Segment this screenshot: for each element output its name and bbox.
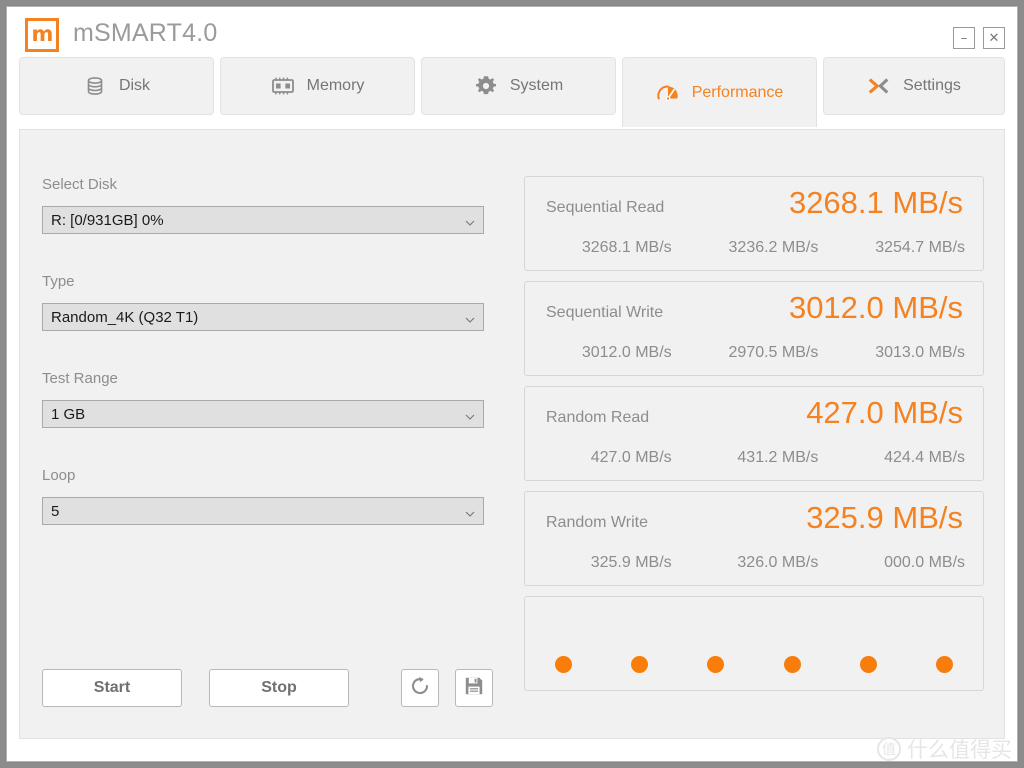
test-settings-form: Select Disk R: [0/931GB] 0% Type Random_… xyxy=(42,176,484,564)
gear-icon xyxy=(474,74,498,98)
tab-system-label: System xyxy=(509,77,564,94)
tab-memory[interactable]: Memory xyxy=(220,57,415,115)
field-select-disk: Select Disk R: [0/931GB] 0% xyxy=(42,176,484,234)
result-card-sequential-write: Sequential Write 3012.0 MB/s 3012.0 MB/s… xyxy=(524,281,984,376)
result-label: Sequential Read xyxy=(546,199,665,216)
select-disk-value: R: [0/931GB] 0% xyxy=(51,211,164,229)
result-card-random-read: Random Read 427.0 MB/s 427.0 MB/s 431.2 … xyxy=(524,386,984,481)
tab-performance-label: Performance xyxy=(691,83,784,101)
app-title: mSMART4.0 xyxy=(73,19,218,47)
result-run-value: 427.0 MB/s xyxy=(590,449,672,466)
test-range-label: Test Range xyxy=(42,370,118,387)
tab-disk[interactable]: Disk xyxy=(19,57,214,115)
app-logo-glyph: m xyxy=(31,21,54,46)
save-button[interactable] xyxy=(455,669,493,707)
test-range-value: 1 GB xyxy=(51,405,86,423)
minimize-button[interactable]: – xyxy=(953,27,975,49)
field-type: Type Random_4K (Q32 T1) xyxy=(42,273,484,331)
result-main-value: 427.0 MB/s xyxy=(806,395,963,430)
tab-memory-label: Memory xyxy=(306,77,365,94)
title-bar: m mSMART4.0 – ✕ xyxy=(7,7,1017,57)
select-disk-dropdown[interactable]: R: [0/931GB] 0% xyxy=(42,206,484,234)
chevron-down-icon xyxy=(465,506,475,517)
result-label: Random Write xyxy=(546,514,648,531)
speedometer-icon xyxy=(656,81,680,105)
result-run-value: 3254.7 MB/s xyxy=(875,239,966,256)
progress-dot xyxy=(859,656,877,673)
test-range-dropdown[interactable]: 1 GB xyxy=(42,400,484,428)
result-run-values: 3012.0 MB/s 2970.5 MB/s 3013.0 MB/s xyxy=(525,344,965,362)
app-logo-icon: m xyxy=(25,18,59,52)
refresh-icon xyxy=(409,675,431,702)
result-run-value: 000.0 MB/s xyxy=(884,554,966,571)
result-run-values: 427.0 MB/s 431.2 MB/s 424.4 MB/s xyxy=(525,449,965,467)
watermark: 值 什么值得买 xyxy=(877,734,1012,764)
start-button[interactable]: Start xyxy=(42,669,182,707)
result-main-value: 3268.1 MB/s xyxy=(788,185,963,220)
tab-bar: Disk Memory System Performance Settings xyxy=(7,57,1017,127)
result-run-value: 2970.5 MB/s xyxy=(728,344,819,361)
result-label: Sequential Write xyxy=(546,304,664,321)
chevrons-icon xyxy=(867,74,891,98)
result-main-value: 325.9 MB/s xyxy=(806,500,963,535)
type-label: Type xyxy=(42,273,75,290)
result-run-value: 3268.1 MB/s xyxy=(581,239,672,256)
select-disk-label: Select Disk xyxy=(42,176,118,193)
progress-dot xyxy=(631,656,649,673)
performance-panel: Select Disk R: [0/931GB] 0% Type Random_… xyxy=(19,129,1005,739)
close-icon: ✕ xyxy=(988,30,1000,46)
tab-system[interactable]: System xyxy=(421,57,616,115)
loop-label: Loop xyxy=(42,467,76,484)
loop-dropdown[interactable]: 5 xyxy=(42,497,484,525)
tab-disk-label: Disk xyxy=(118,77,151,94)
chevron-down-icon xyxy=(465,215,475,226)
result-run-value: 431.2 MB/s xyxy=(737,449,819,466)
action-button-row: Start Stop xyxy=(42,669,493,707)
watermark-badge-icon: 值 xyxy=(877,737,901,761)
progress-dot xyxy=(783,656,801,673)
result-label: Random Read xyxy=(546,409,650,426)
result-run-value: 424.4 MB/s xyxy=(884,449,966,466)
tab-settings-label: Settings xyxy=(903,77,961,94)
stop-button[interactable]: Stop xyxy=(209,669,349,707)
result-run-value: 3012.0 MB/s xyxy=(581,344,672,361)
result-run-values: 3268.1 MB/s 3236.2 MB/s 3254.7 MB/s xyxy=(525,239,965,257)
result-run-value: 326.0 MB/s xyxy=(737,554,819,571)
memory-icon xyxy=(271,74,295,98)
save-icon xyxy=(463,675,485,702)
loop-value: 5 xyxy=(51,502,60,520)
watermark-text: 什么值得买 xyxy=(907,738,1012,762)
results-panel: Sequential Read 3268.1 MB/s 3268.1 MB/s … xyxy=(524,176,984,691)
field-loop: Loop 5 xyxy=(42,467,484,525)
tab-settings[interactable]: Settings xyxy=(823,57,1005,115)
result-run-value: 3013.0 MB/s xyxy=(875,344,966,361)
type-value: Random_4K (Q32 T1) xyxy=(51,308,199,326)
result-run-values: 325.9 MB/s 326.0 MB/s 000.0 MB/s xyxy=(525,554,965,572)
close-button[interactable]: ✕ xyxy=(983,27,1005,49)
field-test-range: Test Range 1 GB xyxy=(42,370,484,428)
minimize-icon: – xyxy=(960,30,968,46)
chevron-down-icon xyxy=(465,312,475,323)
progress-dot xyxy=(707,656,725,673)
progress-dots xyxy=(555,656,953,673)
disk-icon xyxy=(83,74,107,98)
progress-dot xyxy=(935,656,953,673)
result-card-sequential-read: Sequential Read 3268.1 MB/s 3268.1 MB/s … xyxy=(524,176,984,271)
application-window: m mSMART4.0 – ✕ Disk Memory System Perfo… xyxy=(6,6,1018,762)
progress-dot xyxy=(555,656,572,673)
refresh-button[interactable] xyxy=(401,669,439,707)
result-card-random-write: Random Write 325.9 MB/s 325.9 MB/s 326.0… xyxy=(524,491,984,586)
result-main-value: 3012.0 MB/s xyxy=(788,290,963,325)
type-dropdown[interactable]: Random_4K (Q32 T1) xyxy=(42,303,484,331)
tab-performance[interactable]: Performance xyxy=(622,57,817,127)
result-run-value: 3236.2 MB/s xyxy=(728,239,819,256)
result-run-value: 325.9 MB/s xyxy=(590,554,672,571)
chevron-down-icon xyxy=(465,409,475,420)
progress-indicator-card xyxy=(524,596,984,691)
